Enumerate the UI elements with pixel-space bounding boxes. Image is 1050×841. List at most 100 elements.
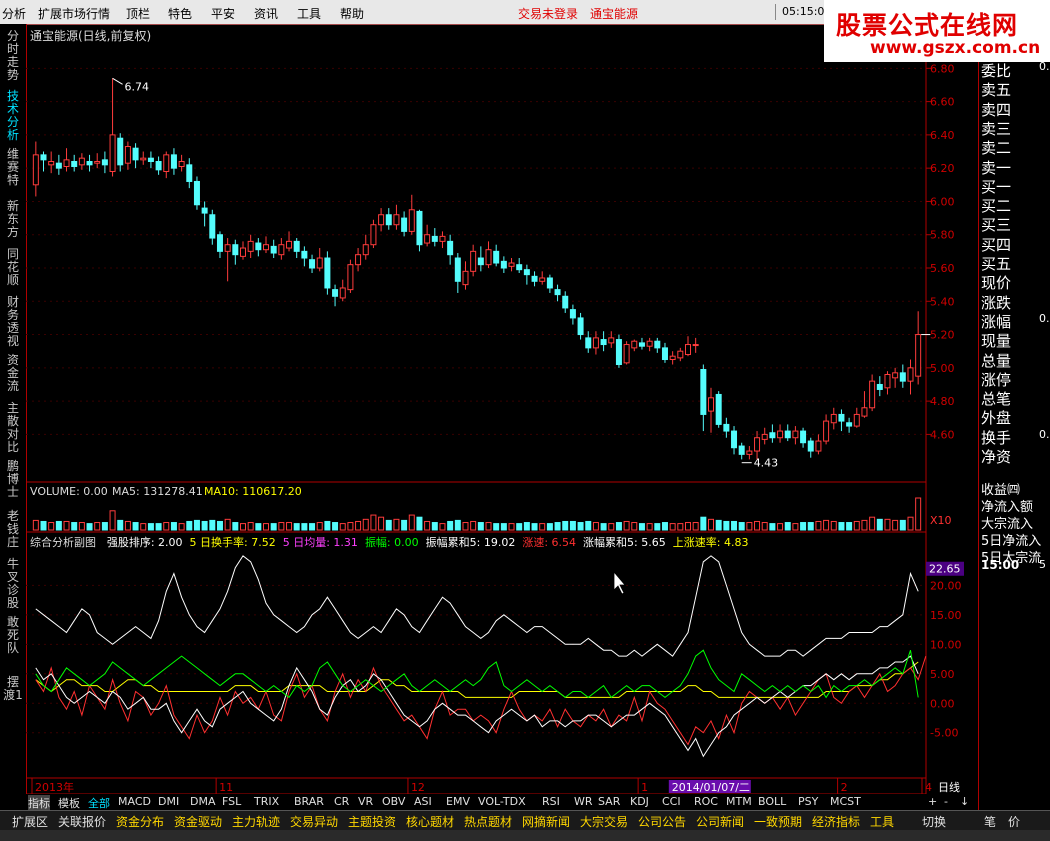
left-tab-8[interactable]: 鹏博士	[3, 460, 23, 499]
extension-tab-14[interactable]: 经济指标	[812, 813, 860, 830]
left-tab-3[interactable]: 新东方	[3, 200, 23, 239]
indicator-tab-0[interactable]: 指标	[28, 795, 50, 811]
quote-field-16: 涨停	[981, 370, 1012, 389]
candle-body	[247, 240, 254, 252]
indicator-tab-5[interactable]: DMA	[190, 795, 216, 808]
indicator-tab-9[interactable]: CR	[334, 795, 349, 808]
switch-button[interactable]: 切换	[922, 813, 946, 830]
indicator-tab-19[interactable]: CCI	[662, 795, 681, 808]
indicator-tab-16[interactable]: WR	[574, 795, 593, 808]
candle-body	[393, 214, 400, 226]
extension-tab-1[interactable]: 关联报价	[58, 813, 106, 830]
indicator-legend-item-2: 5 日均量: 1.31	[282, 536, 358, 549]
left-tab-7[interactable]: 主散对比	[3, 402, 23, 454]
volume-bar	[738, 522, 745, 531]
volume-bar	[109, 510, 116, 531]
extension-tab-6[interactable]: 主题投资	[348, 813, 396, 830]
extension-tab-8[interactable]: 热点题材	[464, 813, 512, 830]
left-tab-11[interactable]: 敢死队	[3, 616, 23, 655]
left-tab-0[interactable]: 分时走势	[3, 30, 23, 82]
indicator-tab-18[interactable]: KDJ	[630, 795, 649, 808]
indicator-tab-3[interactable]: MACD	[118, 795, 151, 808]
indicator-tab-10[interactable]: VR	[358, 795, 373, 808]
extension-tab-5[interactable]: 交易异动	[290, 813, 338, 830]
indicator-tab-24[interactable]: MCST	[830, 795, 861, 808]
volume-bar	[784, 522, 791, 531]
candle-body	[761, 433, 768, 440]
menu-item-pingan[interactable]: 平安	[211, 5, 235, 22]
candle-body	[646, 340, 653, 347]
x-axis-label: 1	[641, 781, 648, 794]
candle-body	[777, 430, 784, 439]
chart-area[interactable]: 6.80 6.60 6.40 6.20 6.00 5.80 5.60 5.40 5.20 5.00…	[26, 24, 978, 794]
indicator-tab-11[interactable]: OBV	[382, 795, 405, 808]
candle-body	[539, 277, 546, 282]
indicator-tab-6[interactable]: FSL	[222, 795, 241, 808]
extension-tab-12[interactable]: 公司新闻	[696, 813, 744, 830]
candle-body	[255, 242, 262, 251]
indicator-tab-21[interactable]: MTM	[726, 795, 752, 808]
menu-item-help[interactable]: 帮助	[340, 5, 364, 22]
extension-tab-9[interactable]: 网摘新闻	[522, 813, 570, 830]
indicator-tab-12[interactable]: ASI	[414, 795, 432, 808]
indicator-tab-7[interactable]: TRIX	[254, 795, 279, 808]
left-tab-12[interactable]: 摆渡1	[3, 676, 23, 702]
indicator-tab-15[interactable]: RSI	[542, 795, 560, 808]
current-stock-name: 通宝能源	[590, 7, 639, 21]
tick-button[interactable]: 笔	[984, 813, 996, 830]
candle-body	[554, 289, 561, 296]
indicator-tab-4[interactable]: DMI	[158, 795, 179, 808]
indicator-tab-20[interactable]: ROC	[694, 795, 718, 808]
left-tab-2[interactable]: 维赛特	[3, 148, 23, 187]
extension-tab-4[interactable]: 主力轨迹	[232, 813, 280, 830]
login-status[interactable]: 交易未登录	[518, 5, 578, 22]
candle-body	[362, 244, 369, 256]
extension-tab-15[interactable]: 工具	[870, 813, 894, 830]
indicator-tab-13[interactable]: EMV	[446, 795, 470, 808]
extension-tab-3[interactable]: 资金驱动	[174, 813, 222, 830]
left-tab-5[interactable]: 财务透视	[3, 296, 23, 348]
volume-bar	[861, 519, 868, 531]
quote-panel: 委比 卖五 卖四 卖三 卖二 卖一 买一 买二 买三 买四 买五 现价 涨跌 涨幅 现量 总量 涨停 总笔 外盘 换手…	[978, 60, 1050, 810]
extension-tab-13[interactable]: 一致预期	[754, 813, 802, 830]
indicator-tab-17[interactable]: SAR	[598, 795, 620, 808]
indicator-tab-23[interactable]: PSY	[798, 795, 818, 808]
menu-item-tools[interactable]: 工具	[297, 5, 321, 22]
quote-field-1: 卖五	[981, 81, 1012, 100]
indicator-tab-14[interactable]: VOL-TDX	[478, 795, 526, 808]
menu-item-topbar[interactable]: 顶栏	[126, 5, 150, 22]
menu-item-news[interactable]: 资讯	[254, 5, 278, 22]
candle-body	[48, 161, 55, 166]
volume-bar	[339, 523, 346, 531]
price-button[interactable]: 价	[1008, 813, 1020, 830]
volume-bar	[316, 522, 323, 531]
price-tick-label: 6.20	[930, 162, 955, 175]
indicator-tab-22[interactable]: BOLL	[758, 795, 786, 808]
volume-bar	[186, 520, 193, 531]
left-tab-4[interactable]: 同花顺	[3, 248, 23, 287]
indicator-tab-2[interactable]: 全部	[88, 795, 110, 811]
extension-tab-11[interactable]: 公司公告	[638, 813, 686, 830]
menu-item-extended-market[interactable]: 扩展市场行情	[38, 5, 110, 22]
candle-body	[516, 264, 523, 271]
scroll-down-button[interactable]: ↓	[960, 795, 969, 808]
left-tab-9[interactable]: 老钱庄	[3, 510, 23, 549]
extension-tab-10[interactable]: 大宗交易	[580, 813, 628, 830]
price-tick-label: 5.40	[930, 295, 955, 308]
left-tab-1[interactable]: 技术分析	[3, 90, 23, 142]
zoom-in-button[interactable]: +	[928, 795, 937, 808]
candle-body	[63, 159, 70, 167]
indicator-legend-item-7: 上涨速率: 4.83	[672, 536, 749, 549]
volume-bar	[140, 523, 147, 531]
indicator-tab-8[interactable]: BRAR	[294, 795, 324, 808]
extension-tab-7[interactable]: 核心题材	[406, 813, 454, 830]
menu-item-features[interactable]: 特色	[168, 5, 192, 22]
zoom-out-button[interactable]: -	[944, 795, 948, 808]
extension-tab-2[interactable]: 资金分布	[116, 813, 164, 830]
indicator-tab-1[interactable]: 模板	[58, 795, 80, 811]
extension-tab-0[interactable]: 扩展区	[12, 813, 48, 830]
volume-bar	[554, 522, 561, 531]
left-tab-10[interactable]: 牛叉诊股	[3, 558, 23, 610]
menu-item-analysis[interactable]: 分析	[2, 5, 26, 22]
left-tab-6[interactable]: 资金流	[3, 354, 23, 393]
